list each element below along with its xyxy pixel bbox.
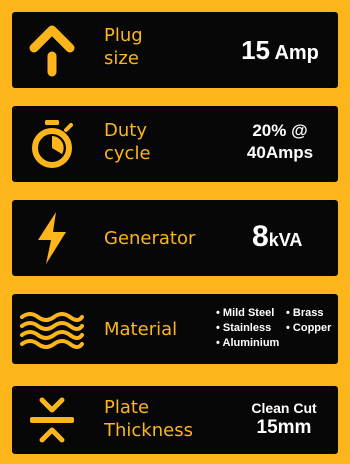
- generator-label: Generator: [104, 228, 196, 249]
- duty-cycle-label: Duty cycle: [104, 120, 151, 164]
- material-brass: • Brass: [286, 307, 324, 319]
- plug-size-card: Plug size 15 Amp: [12, 12, 338, 88]
- duty-cycle-value: 20% @ 40Amps: [246, 121, 314, 162]
- generator-card: Generator 8kVA: [12, 200, 338, 276]
- generator-value: 8kVA: [252, 220, 303, 253]
- plate-thickness-value: Clean Cut 15mm: [251, 400, 317, 438]
- lightning-bolt-icon: [12, 200, 92, 276]
- material-mild-steel: • Mild Steel: [216, 307, 275, 319]
- plate-thickness-card: Plate Thickness Clean Cut 15mm: [12, 386, 338, 454]
- plate-thickness-label: Plate Thickness: [104, 397, 193, 441]
- duty-cycle-card: Duty cycle 20% @ 40Amps: [12, 106, 338, 182]
- arrow-up-plug-icon: [12, 12, 92, 88]
- material-card: Material • Mild Steel • Brass • Stainles…: [12, 294, 338, 364]
- plug-size-label: Plug size: [104, 25, 143, 69]
- wavy-layers-icon: [12, 294, 92, 364]
- material-label: Material: [104, 319, 178, 340]
- plate-thickness-icon: [12, 386, 92, 454]
- stopwatch-icon: [12, 106, 92, 182]
- plug-size-value: 15 Amp: [241, 35, 319, 65]
- material-aluminium: • Aluminium: [216, 337, 280, 349]
- material-stainless: • Stainless: [216, 322, 272, 334]
- material-copper: • Copper: [286, 322, 332, 334]
